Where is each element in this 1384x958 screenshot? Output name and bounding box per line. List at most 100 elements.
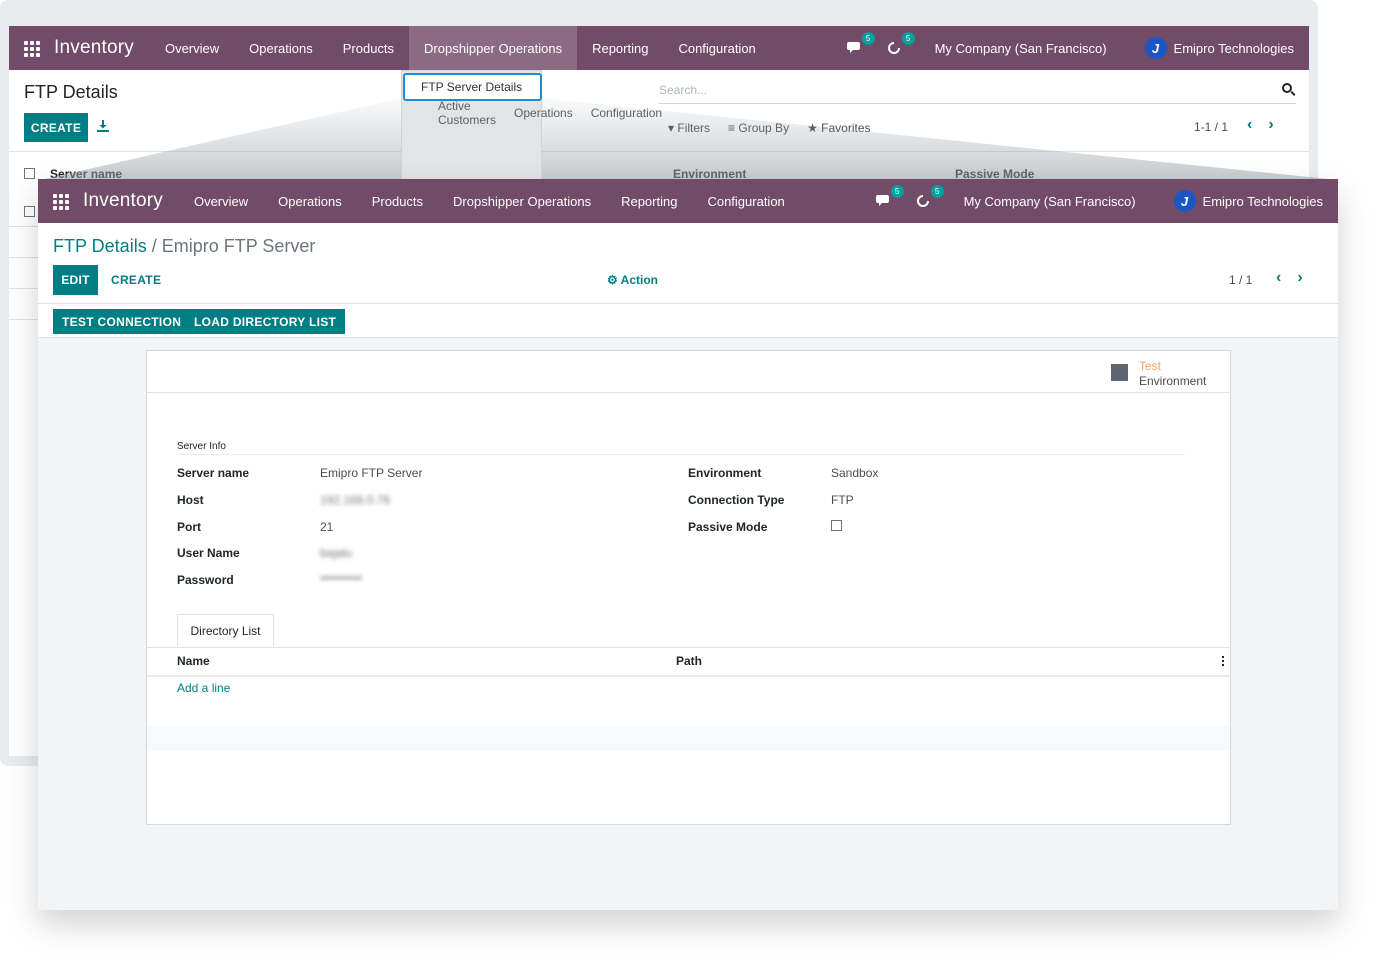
header-divider	[147, 675, 1230, 677]
breadcrumb-current: Emipro FTP Server	[161, 236, 316, 256]
menu-overview[interactable]: Overview	[150, 26, 234, 70]
search-placeholder: Search...	[659, 83, 708, 97]
company-switcher[interactable]: My Company (San Francisco)	[935, 41, 1107, 56]
menu-item-configuration[interactable]: Configuration	[573, 101, 662, 125]
field-value-user-name: bajalu	[320, 546, 353, 560]
user-name: Emipro Technologies	[1202, 193, 1323, 209]
optional-columns-icon[interactable]	[1222, 656, 1225, 666]
pager-value[interactable]: 1 / 1	[1229, 273, 1252, 287]
field-value-password: ••••••••••	[320, 571, 363, 585]
field-label-environment: Environment	[688, 466, 762, 480]
pager-previous-icon[interactable]: ‹	[1276, 269, 1281, 287]
environment-label: Environment	[1139, 374, 1207, 388]
menu-operations[interactable]: Operations	[263, 179, 357, 223]
app-brand[interactable]: Inventory	[54, 37, 134, 59]
field-label-connection-type: Connection Type	[688, 493, 785, 507]
group-separator	[177, 454, 1185, 455]
control-panel: FTP Details / Emipro FTP Server EDIT CRE…	[38, 223, 1338, 304]
breadcrumb-separator: /	[146, 236, 162, 256]
pager-next-icon[interactable]: ›	[1297, 269, 1302, 287]
row-divider	[9, 226, 39, 227]
activities-badge: 5	[901, 32, 915, 45]
avatar: J	[1173, 190, 1196, 212]
menu-reporting[interactable]: Reporting	[577, 26, 663, 70]
menu-products[interactable]: Products	[328, 26, 409, 70]
user-menu[interactable]: J Emipro Technologies	[1144, 37, 1294, 59]
back-navbar: Inventory Overview Operations Products D…	[9, 26, 1309, 70]
search-input[interactable]: Search...	[659, 77, 1296, 104]
pager-next-icon[interactable]: ›	[1268, 116, 1273, 134]
column-path[interactable]: Path	[676, 654, 702, 668]
tab-directory-list[interactable]: Directory List	[177, 614, 274, 648]
pager-previous-icon[interactable]: ‹	[1247, 116, 1252, 134]
menu-item-active-customers[interactable]: Active Customers	[420, 99, 496, 127]
menu-products[interactable]: Products	[357, 179, 438, 223]
page-title: FTP Details	[24, 82, 118, 102]
gear-icon: ⚙	[607, 273, 618, 287]
edit-button[interactable]: EDIT	[53, 265, 98, 295]
divider	[9, 151, 1309, 152]
menu-overview[interactable]: Overview	[179, 179, 263, 223]
group-by-button[interactable]: ≡ Group By	[728, 121, 789, 135]
messages-icon[interactable]: 5	[875, 185, 904, 208]
breadcrumb: FTP Details / Emipro FTP Server	[53, 236, 315, 257]
apps-menu-icon[interactable]	[53, 194, 71, 210]
menu-dropshipper-operations[interactable]: Dropshipper Operations	[438, 179, 606, 223]
field-value-connection-type: FTP	[831, 493, 854, 507]
menu-configuration[interactable]: Configuration	[663, 26, 770, 70]
messages-icon[interactable]: 5	[846, 32, 875, 55]
activities-icon[interactable]: 5	[887, 32, 915, 55]
form-sheet: Test Environment Server Info Server name…	[146, 350, 1231, 825]
field-label-server-name: Server name	[177, 466, 250, 480]
front-navbar: Inventory Overview Operations Products D…	[38, 179, 1338, 223]
download-icon[interactable]	[97, 119, 109, 135]
company-switcher[interactable]: My Company (San Francisco)	[964, 194, 1136, 209]
menu-dropshipper-operations[interactable]: Dropshipper Operations	[409, 26, 578, 70]
create-button[interactable]: CREATE	[24, 113, 88, 142]
empty-row	[147, 726, 1230, 751]
pager-value[interactable]: 1-1 / 1	[1194, 120, 1228, 134]
tab-divider	[147, 647, 1230, 648]
activities-icon[interactable]: 5	[916, 185, 944, 208]
app-brand[interactable]: Inventory	[83, 190, 163, 212]
environment-state: Test	[1139, 359, 1162, 373]
select-all-checkbox[interactable]	[24, 168, 35, 179]
menu-reporting[interactable]: Reporting	[606, 179, 692, 223]
row-divider	[9, 257, 39, 258]
form-statusbar: TEST CONNECTION LOAD DIRECTORY LIST	[38, 304, 1338, 338]
menu-configuration[interactable]: Configuration	[692, 179, 799, 223]
field-label-password: Password	[177, 573, 234, 587]
sheet-header: Test Environment	[147, 351, 1230, 393]
row-checkbox[interactable]	[24, 206, 35, 217]
environment-toggle-icon[interactable]	[1111, 364, 1128, 381]
menu-item-ftp-server-details[interactable]: FTP Server Details	[403, 73, 542, 101]
menu-item-operations[interactable]: Operations	[496, 101, 573, 125]
field-label-host: Host	[177, 493, 204, 507]
test-connection-button[interactable]: TEST CONNECTION	[53, 309, 191, 334]
messages-badge: 5	[861, 32, 875, 45]
create-button[interactable]: CREATE	[111, 273, 161, 287]
favorites-button[interactable]: ★ Favorites	[807, 121, 870, 135]
field-label-user-name: User Name	[177, 546, 240, 560]
field-value-server-name: Emipro FTP Server	[320, 466, 423, 480]
column-name[interactable]: Name	[177, 654, 210, 668]
filters-button[interactable]: ▾ Filters	[668, 121, 710, 135]
activities-badge: 5	[930, 185, 944, 198]
action-menu[interactable]: ⚙ Action	[607, 273, 658, 287]
load-directory-list-button[interactable]: LOAD DIRECTORY LIST	[185, 309, 346, 334]
avatar: J	[1144, 37, 1167, 59]
add-line-link[interactable]: Add a line	[177, 681, 230, 695]
group-title: Server Info	[177, 441, 226, 452]
apps-menu-icon[interactable]	[24, 41, 42, 57]
field-label-port: Port	[177, 520, 201, 534]
search-icon[interactable]	[1282, 83, 1292, 93]
field-value-environment: Sandbox	[831, 466, 879, 480]
field-label-passive-mode: Passive Mode	[688, 520, 768, 534]
messages-badge: 5	[890, 185, 904, 198]
user-name: Emipro Technologies	[1173, 40, 1294, 56]
user-menu[interactable]: J Emipro Technologies	[1173, 190, 1323, 212]
breadcrumb-parent-link[interactable]: FTP Details	[53, 236, 147, 256]
dropshipper-dropdown: FTP Server Details Active Customers Oper…	[401, 70, 662, 180]
environment-toggle[interactable]: Test Environment	[1139, 359, 1206, 389]
menu-operations[interactable]: Operations	[234, 26, 328, 70]
